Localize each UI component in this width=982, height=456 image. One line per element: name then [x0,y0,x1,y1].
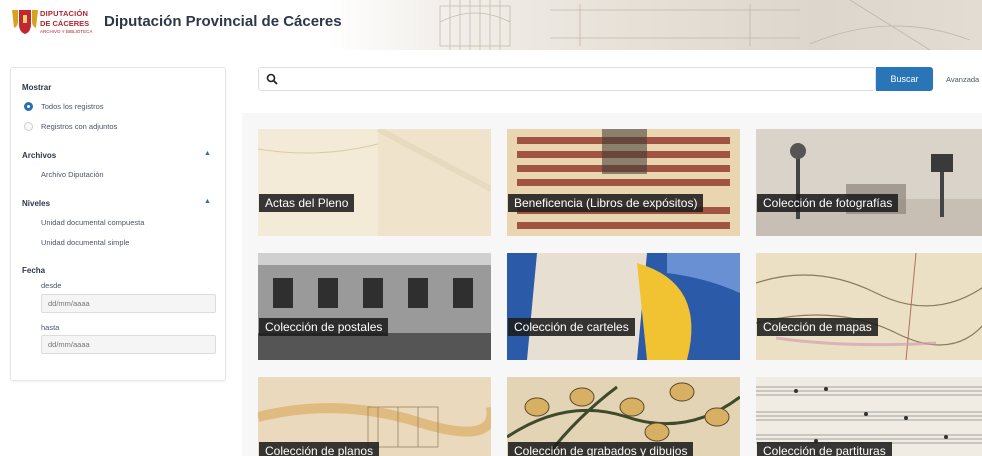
search-input[interactable] [283,69,868,89]
collection-card-grabados[interactable]: Colección de grabados y dibujos [507,377,740,456]
hasta-label: hasta [41,323,60,332]
search-icon [266,73,278,85]
collection-thumbnail [756,253,982,360]
filter-unidad-compuesta[interactable]: Unidad documental compuesta [41,218,144,227]
collection-thumbnail [258,253,491,360]
radio-con-adjuntos[interactable] [24,122,33,131]
collection-label: Actas del Pleno [259,194,355,212]
search-button[interactable]: Buscar [876,67,933,91]
collection-label: Colección de grabados y dibujos [508,442,694,456]
collection-card-carteles[interactable]: Colección de carteles [507,253,740,360]
collection-label: Beneficencia (Libros de expósitos) [508,194,704,212]
collection-label: Colección de planos [259,442,380,456]
collection-label: Colección de postales [259,318,389,336]
site-logo[interactable]: DIPUTACIÓN DE CÁCERES ARCHIVO Y BIBLIOTE… [10,6,93,40]
advanced-search-link[interactable]: Avanzada [946,75,979,84]
logo-text-line3: ARCHIVO Y BIBLIOTECA [40,29,93,34]
fecha-hasta-input[interactable] [41,335,216,354]
fecha-desde-input[interactable] [41,294,216,313]
chevron-up-icon[interactable]: ▲ [204,150,211,157]
desde-label: desde [41,281,62,290]
site-title[interactable]: Diputación Provincial de Cáceres [104,13,342,30]
collection-card-mapas[interactable]: Colección de mapas [756,253,982,360]
collection-card-postales[interactable]: Colección de postales [258,253,491,360]
coat-of-arms-icon [12,10,38,34]
mostrar-heading: Mostrar [22,83,52,92]
collection-card-actas-pleno[interactable]: Actas del Pleno [258,129,491,236]
site-header: DIPUTACIÓN DE CÁCERES ARCHIVO Y BIBLIOTE… [0,0,982,50]
radio-todos-selected[interactable] [24,102,33,111]
collection-thumbnail [507,253,740,360]
option-registros-adjuntos[interactable]: Registros con adjuntos [41,122,117,131]
collection-card-partituras[interactable]: Colección de partituras [756,377,982,456]
collection-thumbnail [258,129,491,236]
archivos-heading: Archivos [22,151,57,160]
search-bar [258,67,876,91]
collection-label: Colección de carteles [508,318,635,336]
logo-text-line1: DIPUTACIÓN [40,9,89,18]
collection-card-fotografias[interactable]: Colección de fotografías [756,129,982,236]
filter-archivo-diputacion[interactable]: Archivo Diputación [41,170,104,179]
header-banner-image [330,0,982,50]
collection-label: Colección de partituras [757,442,892,456]
option-todos-registros[interactable]: Todos los registros [41,102,104,111]
collection-label: Colección de fotografías [757,194,899,212]
collection-card-planos[interactable]: Colección de planos [258,377,491,456]
collection-thumbnail [756,129,982,236]
collection-card-beneficencia[interactable]: Beneficencia (Libros de expósitos) [507,129,740,236]
collection-thumbnail [507,129,740,236]
fecha-heading: Fecha [22,266,46,275]
logo-text-line2: DE CÁCERES [40,19,90,28]
chevron-up-icon[interactable]: ▲ [204,198,211,205]
filter-unidad-simple[interactable]: Unidad documental simple [41,238,129,247]
filter-sidebar: Mostrar Todos los registros Registros co… [10,67,226,381]
niveles-heading: Niveles [22,199,51,208]
collection-label: Colección de mapas [757,318,878,336]
